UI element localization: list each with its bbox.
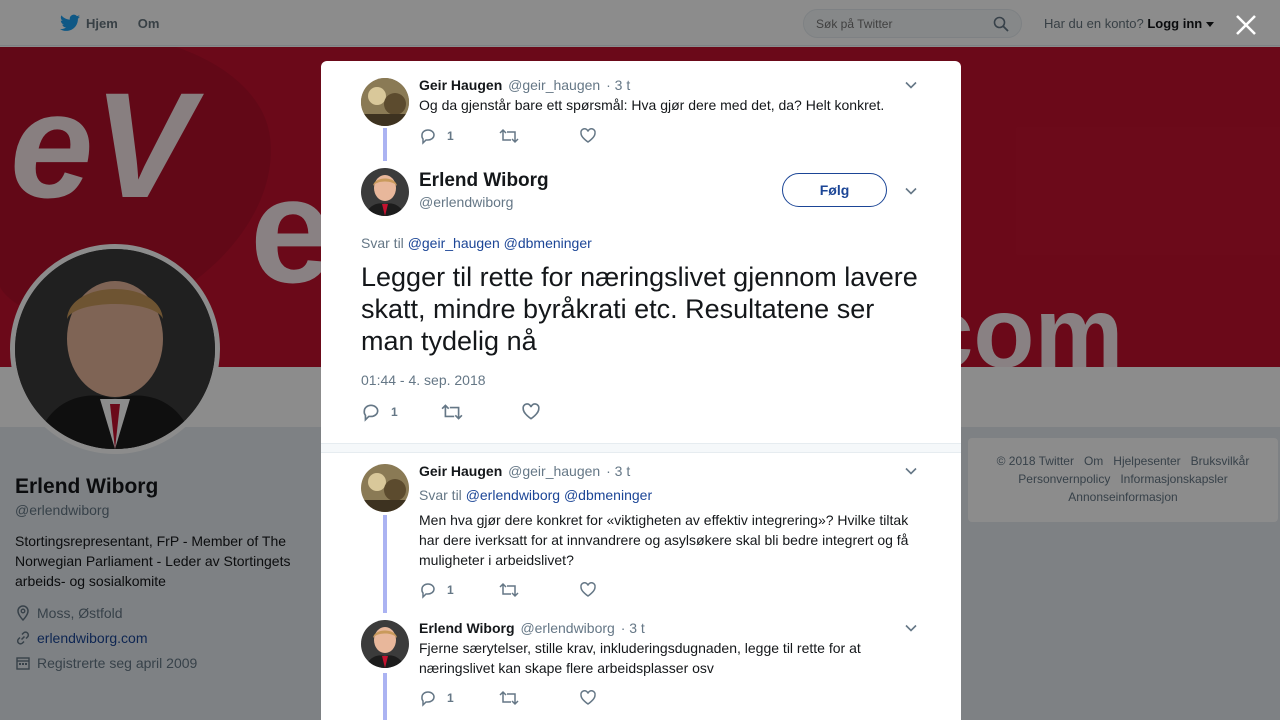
main-author-handle[interactable]: @erlendwiborg (419, 194, 513, 210)
avatar-image (361, 78, 409, 126)
tweet-actions: 1 (419, 126, 659, 146)
tweet-item[interactable]: Geir Haugen @geir_haugen · 3 t Svar til … (321, 453, 961, 613)
reply-action[interactable]: 1 (419, 581, 499, 599)
reply-action[interactable]: 1 (361, 402, 441, 422)
reply-mention-2[interactable]: @dbmeninger (504, 235, 592, 251)
retweet-icon (499, 128, 519, 144)
tweet-header: Erlend Wiborg @erlendwiborg · 3 t (419, 620, 645, 636)
reply-mention-1[interactable]: @geir_haugen (408, 235, 500, 251)
tweet-header: Geir Haugen @geir_haugen · 3 t (419, 463, 630, 479)
tweet-item[interactable]: Erlend Wiborg @erlendwiborg · 3 t Fjerne… (321, 613, 961, 720)
like-action[interactable] (579, 127, 659, 145)
retweet-icon (441, 404, 463, 420)
reply-count: 1 (391, 405, 398, 419)
tweet-author-handle[interactable]: @geir_haugen (508, 77, 600, 93)
like-action[interactable] (579, 689, 659, 707)
close-icon[interactable] (1233, 12, 1259, 38)
avatar-image (361, 620, 409, 668)
tweet-author-handle[interactable]: @geir_haugen (508, 463, 600, 479)
retweet-action[interactable] (499, 689, 579, 707)
heart-icon (522, 403, 540, 420)
thread-line (383, 515, 387, 613)
tweet-item[interactable]: Geir Haugen @geir_haugen · 3 t Og da gje… (321, 61, 961, 161)
tweet-author-handle[interactable]: @erlendwiborg (520, 620, 614, 636)
main-tweet-text: Legger til rette for næringslivet gjenno… (361, 262, 918, 356)
thread-line (383, 128, 387, 161)
reply-mention-1[interactable]: @erlendwiborg (466, 487, 560, 503)
follow-button[interactable]: Følg (782, 173, 887, 207)
retweet-action[interactable] (441, 402, 521, 422)
reply-icon (421, 583, 435, 599)
main-author-name[interactable]: Erlend Wiborg (419, 170, 549, 192)
retweet-action[interactable] (499, 581, 579, 599)
tweet-author-name[interactable]: Erlend Wiborg (419, 620, 515, 636)
reply-count: 1 (447, 691, 454, 705)
retweet-icon (499, 582, 519, 598)
reply-icon (421, 691, 435, 707)
tweet-reply-context: Svar til @erlendwiborg @dbmeninger (419, 487, 652, 503)
main-tweet-actions: 1 (361, 402, 601, 422)
avatar-image (361, 168, 409, 216)
reply-action[interactable]: 1 (419, 127, 499, 145)
avatar[interactable] (361, 78, 409, 126)
like-action[interactable] (579, 581, 659, 599)
tweet-text: Og da gjenstår bare ett spørsmål: Hva gj… (419, 97, 885, 113)
avatar-image (361, 464, 409, 512)
tweet-text: Men hva gjør dere konkret for «viktighet… (419, 512, 909, 568)
heart-icon (580, 690, 596, 705)
chevron-down-icon[interactable] (903, 183, 919, 199)
reply-mention-2[interactable]: @dbmeninger (564, 487, 652, 503)
main-reply-context: Svar til @geir_haugen @dbmeninger (361, 235, 592, 251)
avatar[interactable] (361, 464, 409, 512)
tweet-time[interactable]: · 3 t (621, 620, 645, 636)
main-tweet-timestamp[interactable]: 01:44 - 4. sep. 2018 (361, 372, 486, 388)
chevron-down-icon[interactable] (903, 620, 919, 636)
tweet-header: Geir Haugen @geir_haugen · 3 t (419, 77, 630, 93)
tweet-author-name[interactable]: Geir Haugen (419, 77, 502, 93)
reply-icon (363, 404, 379, 422)
tweet-text: Fjerne særytelser, stille krav, inkluder… (419, 640, 861, 676)
like-action[interactable] (521, 402, 601, 422)
chevron-down-icon[interactable] (903, 463, 919, 479)
heart-icon (580, 128, 596, 143)
tweet-actions: 1 (419, 580, 659, 600)
tweet-modal: Geir Haugen @geir_haugen · 3 t Og da gje… (321, 61, 961, 720)
reply-action[interactable]: 1 (419, 689, 499, 707)
retweet-icon (499, 690, 519, 706)
reply-prefix: Svar til (419, 487, 462, 503)
retweet-action[interactable] (499, 127, 579, 145)
reply-count: 1 (447, 583, 454, 597)
tweet-actions: 1 (419, 688, 659, 708)
reply-prefix: Svar til (361, 235, 404, 251)
avatar[interactable] (361, 620, 409, 668)
reply-icon (421, 129, 435, 145)
avatar[interactable] (361, 168, 409, 216)
thread-line (383, 673, 387, 720)
tweet-author-name[interactable]: Geir Haugen (419, 463, 502, 479)
heart-icon (580, 582, 596, 597)
section-divider (321, 443, 961, 453)
tweet-time[interactable]: · 3 t (606, 77, 630, 93)
tweet-time[interactable]: · 3 t (606, 463, 630, 479)
reply-count: 1 (447, 129, 454, 143)
chevron-down-icon[interactable] (903, 77, 919, 93)
